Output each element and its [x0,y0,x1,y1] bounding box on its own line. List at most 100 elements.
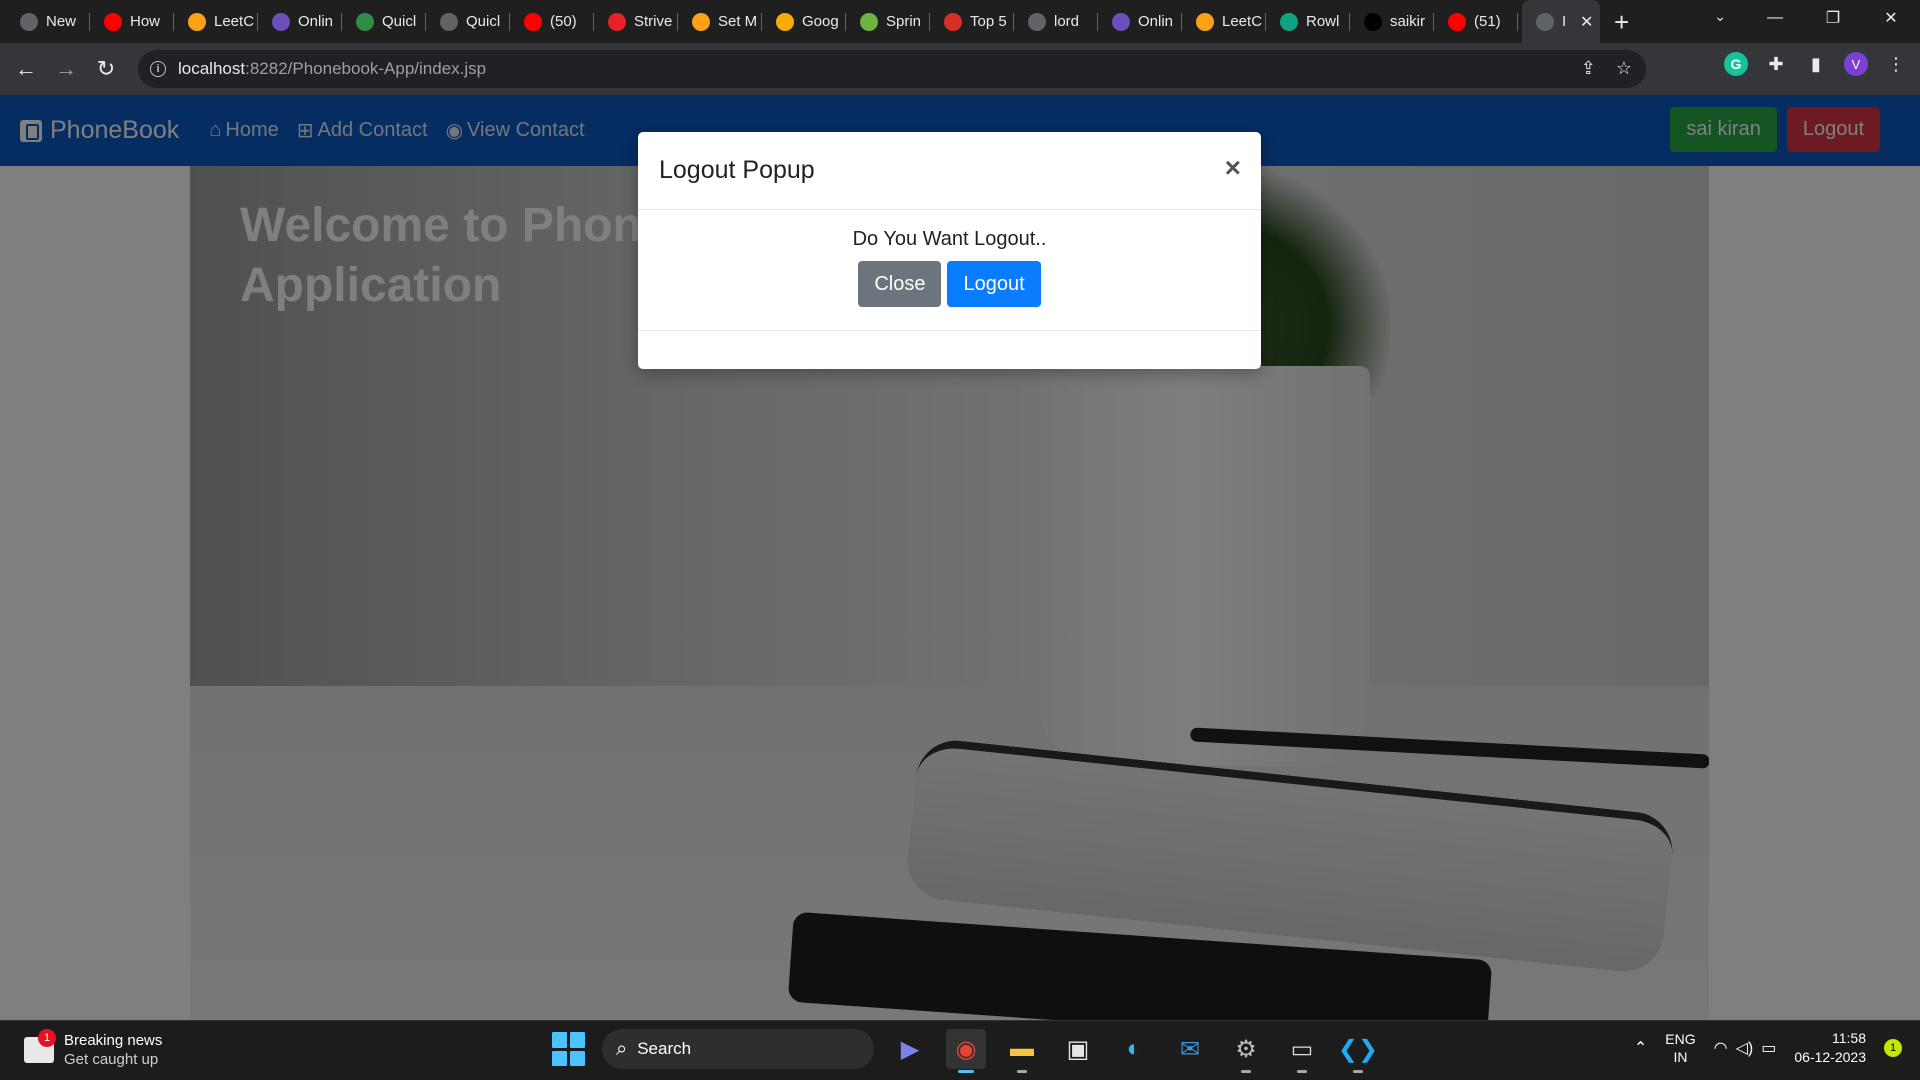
taskbar-search[interactable]: ⌕ Search [602,1029,874,1069]
browser-tab[interactable]: (50) [510,0,594,43]
tab-favicon-icon [692,12,710,31]
tab-favicon-icon [20,12,38,31]
browser-tab-strip: New How LeetC Onlin Quicl Quicl (50) Strive Set … [0,0,1920,43]
modal-body: Do You Want Logout.. Close Logout [638,210,1261,331]
news-badge: 1 [38,1029,56,1047]
tab-search-icon[interactable]: ⌄ [1714,8,1726,25]
tab-favicon-icon [1028,12,1046,31]
window-close-icon[interactable]: ✕ [1862,8,1920,28]
tab-title: lord [1054,13,1080,30]
extensions-area: G ✚ ▮ V ⋮ [1724,52,1908,76]
news-widget[interactable]: 1 Breaking news Get caught up [24,1029,162,1069]
browser-menu-icon[interactable]: ⋮ [1884,52,1908,76]
restore-icon[interactable]: ❐ [1804,8,1862,28]
new-tab-button[interactable]: + [1614,9,1629,35]
tab-title: Quicl [466,13,501,30]
browser-tab[interactable]: How [90,0,174,43]
tab-favicon-icon [272,12,290,31]
browser-tab[interactable]: Sprin [846,0,930,43]
tab-close-icon[interactable]: ✕ [1580,12,1593,32]
tab-title: Onlin [1138,13,1174,30]
reload-icon[interactable]: ↻ [86,49,126,89]
site-info-icon[interactable]: i [150,61,166,77]
news-text: Breaking news Get caught up [64,1031,162,1069]
edge-icon[interactable]: ◐ [1114,1029,1154,1069]
system-tray: ⌃ ENG IN ◠ ◁) ▭ 11:58 06-12-2023 1 [1634,1029,1902,1067]
browser-tab[interactable]: Top 5 [930,0,1014,43]
tab-favicon-icon [776,12,794,31]
confirm-logout-button[interactable]: Logout [947,261,1041,307]
tab-title: Set M [718,13,758,30]
modal-buttons: Close Logout [638,261,1261,307]
url-text[interactable]: localhost:8282/Phonebook-App/index.jsp [178,59,486,79]
window-controls: — ❐ ✕ [1746,0,1920,36]
browser-tab[interactable]: Rowl [1266,0,1350,43]
windows-start-icon[interactable] [552,1032,586,1066]
news-subtitle: Get caught up [64,1051,159,1068]
modal-header: Logout Popup × [638,132,1261,210]
microsoft-store-icon[interactable]: ▣ [1058,1029,1098,1069]
settings-gear-icon[interactable]: ⚙ [1226,1029,1266,1073]
tab-list: New How LeetC Onlin Quicl Quicl (50) Strive Set … [0,0,1600,43]
volume-icon: ◁) [1735,1040,1754,1057]
grammarly-extension-icon[interactable]: G [1724,52,1748,76]
browser-tab[interactable]: LeetC [1182,0,1266,43]
browser-tab[interactable]: lord [1014,0,1098,43]
omnibox-actions: ⇪ ☆ [1581,58,1632,79]
modal-close-icon[interactable]: × [1225,154,1241,182]
browser-tab[interactable]: Quicl [426,0,510,43]
quick-settings[interactable]: ◠ ◁) ▭ [1714,1038,1777,1058]
mail-icon[interactable]: ✉ [1170,1029,1210,1069]
tab-title: Onlin [298,13,334,30]
tab-title: Rowl [1306,13,1340,30]
close-button[interactable]: Close [858,261,942,307]
tab-favicon-icon [440,12,458,31]
extensions-puzzle-icon[interactable]: ✚ [1764,52,1788,76]
tab-title: Strive [634,13,673,30]
lang-top: ENG [1665,1031,1696,1047]
tab-title: LeetC [1222,13,1263,30]
browser-tab[interactable]: New [6,0,90,43]
bookmark-star-icon[interactable]: ☆ [1616,58,1632,79]
address-bar[interactable]: i localhost:8282/Phonebook-App/index.jsp… [138,50,1646,88]
tab-favicon-icon [1280,12,1298,31]
tab-favicon-icon [188,12,206,31]
share-icon[interactable]: ⇪ [1581,58,1596,79]
tab-title: (50) [550,13,577,30]
browser-tab[interactable]: Strive [594,0,678,43]
taskbar-apps: ⌕ Search ▶ ◉ ▬ ▣ ◐ ✉ ⚙ ▭ ❮❯ [552,1029,1378,1073]
teams-icon[interactable]: ▶ [890,1029,930,1069]
logout-modal: Logout Popup × Do You Want Logout.. Clos… [638,132,1261,369]
tab-title: LeetC [214,13,255,30]
tray-chevron-icon[interactable]: ⌃ [1634,1038,1647,1058]
browser-tab[interactable]: LeetC [174,0,258,43]
browser-tab-active[interactable]: I ✕ [1522,0,1600,43]
browser-tab[interactable]: Quicl [342,0,426,43]
language-indicator[interactable]: ENG IN [1665,1030,1695,1066]
back-icon[interactable]: ← [6,49,46,89]
browser-toolbar: ← → ↻ i localhost:8282/Phonebook-App/ind… [0,43,1920,95]
tab-title: Top 5 [970,13,1007,30]
browser-tab[interactable]: Onlin [1098,0,1182,43]
chrome-icon[interactable]: ◉ [946,1029,986,1073]
browser-tab[interactable]: Set M [678,0,762,43]
browser-tab[interactable]: saikir [1350,0,1434,43]
tab-title: New [46,13,77,30]
terminal-icon[interactable]: ▭ [1282,1029,1322,1073]
browser-tab[interactable]: Onlin [258,0,342,43]
forward-icon[interactable]: → [46,49,86,89]
vscode-icon[interactable]: ❮❯ [1338,1029,1378,1073]
clock[interactable]: 11:58 06-12-2023 [1794,1029,1866,1067]
browser-tab[interactable]: Goog [762,0,846,43]
modal-title: Logout Popup [659,156,815,184]
taskbar-search-label: Search [637,1039,692,1058]
page-viewport: PhoneBook ⌂ Home ⊞ Add Contact ◉ View Co… [0,95,1920,1020]
file-explorer-icon[interactable]: ▬ [1002,1029,1042,1073]
browser-tab[interactable]: (51) [1434,0,1518,43]
profile-avatar[interactable]: V [1844,52,1868,76]
notification-badge[interactable]: 1 [1884,1039,1902,1057]
tab-title: I [1562,13,1567,30]
minimize-icon[interactable]: — [1746,9,1804,27]
tab-title: Sprin [886,13,922,30]
side-panel-icon[interactable]: ▮ [1804,52,1828,76]
